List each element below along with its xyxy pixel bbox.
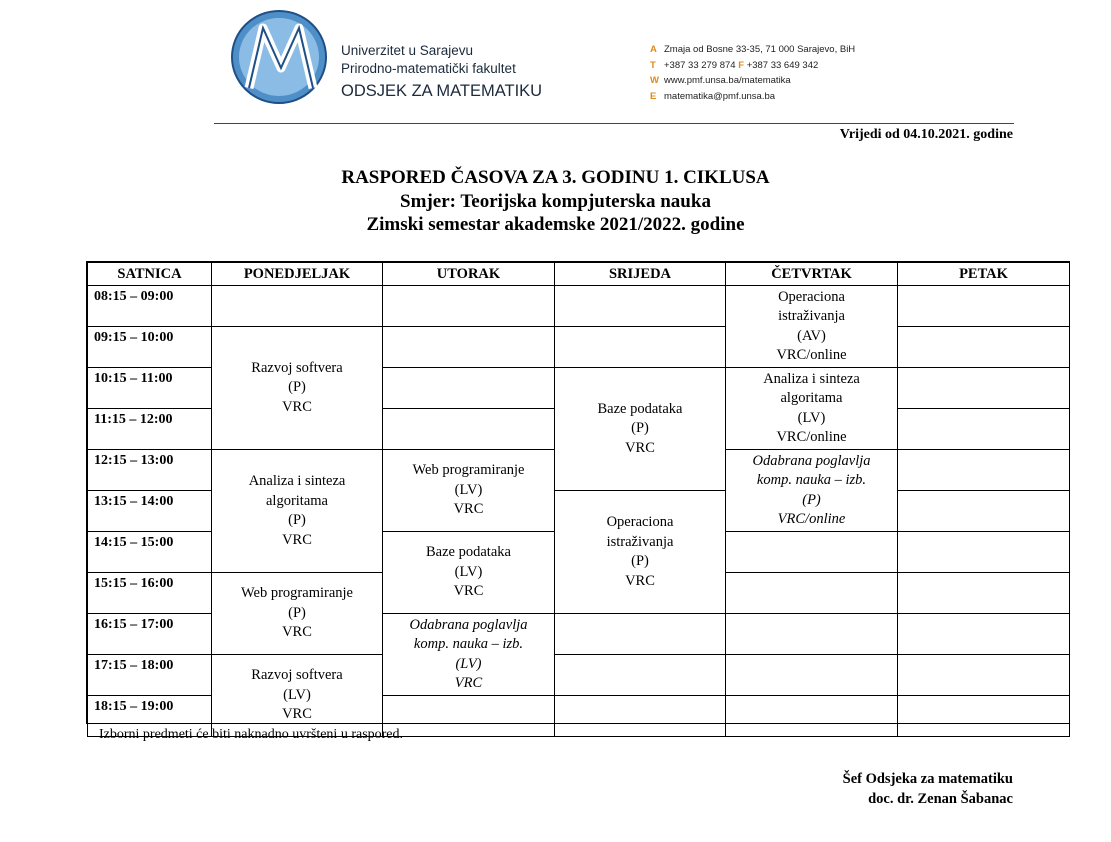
university-name: Univerzitet u Sarajevu [341, 43, 474, 58]
empty-cell [897, 326, 1070, 368]
empty-cell [897, 367, 1070, 409]
class-block: Analiza i sinteza algoritama (P) VRC [211, 449, 383, 573]
empty-cell [897, 531, 1070, 573]
empty-cell [897, 285, 1070, 327]
time-slot: 10:15 – 11:00 [87, 367, 212, 409]
empty-cell [725, 531, 898, 573]
time-slot: 13:15 – 14:00 [87, 490, 212, 532]
empty-cell [554, 654, 726, 696]
header-ponedjeljak: PONEDJELJAK [211, 262, 383, 286]
class-block: Odabrana poglavlja komp. nauka – izb. (L… [382, 613, 555, 696]
time-slot: 12:15 – 13:00 [87, 449, 212, 491]
contact-phone: T +387 33 279 874 F +387 33 649 342 [650, 59, 819, 71]
class-block: Analiza i sinteza algoritama (LV) VRC/on… [725, 367, 898, 450]
empty-cell [897, 695, 1070, 737]
empty-cell [897, 654, 1070, 696]
time-slot: 08:15 – 09:00 [87, 285, 212, 327]
institution-name: Univerzitet u Sarajevu Prirodno-matemati… [341, 42, 542, 102]
class-block: Web programiranje (LV) VRC [382, 449, 555, 532]
signature-role: Šef Odsjeka za matematiku [842, 771, 1013, 787]
empty-cell [382, 695, 555, 737]
document-title: RASPORED ČASOVA ZA 3. GODINU 1. CIKLUSA … [0, 166, 1111, 237]
empty-cell [725, 572, 898, 614]
signature-name: doc. dr. Zenan Šabanac [868, 790, 1013, 807]
empty-cell [382, 408, 555, 450]
department-name: ODSJEK ZA MATEMATIKU [341, 82, 543, 100]
empty-cell [554, 326, 726, 368]
class-block: Odabrana poglavlja komp. nauka – izb. (P… [725, 449, 898, 532]
table-row: 08:15 – 09:00 Operaciona istraživanja (A… [87, 285, 1070, 368]
table-header-row: SATNICA PONEDJELJAK UTORAK SRIJEDA ČETVR… [87, 262, 1070, 286]
time-slot: 16:15 – 17:00 [87, 613, 212, 655]
time-slot: 15:15 – 16:00 [87, 572, 212, 614]
contact-web: Wwww.pmf.unsa.ba/matematika [650, 75, 791, 86]
header-cetvrtak: ČETVRTAK [725, 262, 898, 286]
contact-block: A Zmaja od Bosne 33-35, 71 000 Sarajevo, … [650, 42, 855, 104]
empty-cell [725, 613, 898, 655]
header-utorak: UTORAK [382, 262, 555, 286]
empty-cell [897, 572, 1070, 614]
header-divider [214, 123, 1014, 124]
empty-cell [897, 613, 1070, 655]
class-block: Baze podataka (LV) VRC [382, 531, 555, 614]
empty-cell [382, 285, 555, 327]
header-petak: PETAK [897, 262, 1070, 286]
faculty-name: Prirodno-matematički fakultet [341, 61, 516, 76]
table-row: 09:15 – 10:00 Razvoj softvera (P) VRC [87, 326, 1070, 450]
empty-cell [725, 695, 898, 737]
time-slot: 09:15 – 10:00 [87, 326, 212, 368]
elective-note: Izborni predmeti će biti naknadno uvršte… [99, 727, 404, 742]
valid-from: Vrijedi od 04.10.2021. godine [839, 127, 1013, 142]
time-slot: 11:15 – 12:00 [87, 408, 212, 450]
table-row: 17:15 – 18:00 Razvoj softvera (LV) VRC [87, 654, 1070, 737]
title-line-2: Smjer: Teorijska kompjuterska nauka [400, 190, 711, 212]
class-block: Operaciona istraživanja (P) VRC [554, 490, 726, 614]
header-srijeda: SRIJEDA [554, 262, 726, 286]
timetable: SATNICA PONEDJELJAK UTORAK SRIJEDA ČETVR… [87, 262, 1070, 737]
empty-cell [725, 654, 898, 696]
empty-cell [897, 408, 1070, 450]
empty-cell [554, 285, 726, 327]
empty-cell [554, 613, 726, 655]
header-satnica: SATNICA [87, 262, 212, 286]
empty-cell [554, 695, 726, 737]
class-block: Web programiranje (P) VRC [211, 572, 383, 655]
empty-cell [382, 326, 555, 368]
class-block: Baze podataka (P) VRC [554, 367, 726, 491]
title-line-3: Zimski semestar akademske 2021/2022. god… [366, 214, 745, 235]
class-block: Razvoj softvera (P) VRC [211, 326, 383, 450]
empty-cell [382, 367, 555, 409]
signature-block: Šef Odsjeka za matematiku doc. dr. Zenan… [843, 770, 1013, 809]
class-block: Operaciona istraživanja (AV) VRC/online [725, 285, 898, 368]
empty-cell [897, 449, 1070, 491]
empty-cell [897, 490, 1070, 532]
time-slot: 17:15 – 18:00 [87, 654, 212, 696]
class-block: Razvoj softvera (LV) VRC [211, 654, 383, 737]
contact-address: A Zmaja od Bosne 33-35, 71 000 Sarajevo, … [650, 44, 856, 55]
title-line-1: RASPORED ČASOVA ZA 3. GODINU 1. CIKLUSA [341, 167, 770, 188]
empty-cell [211, 285, 383, 327]
pmf-m-logo-icon [229, 8, 333, 106]
contact-email: Ematematika@pmf.unsa.ba [650, 90, 776, 102]
time-slot: 14:15 – 15:00 [87, 531, 212, 573]
